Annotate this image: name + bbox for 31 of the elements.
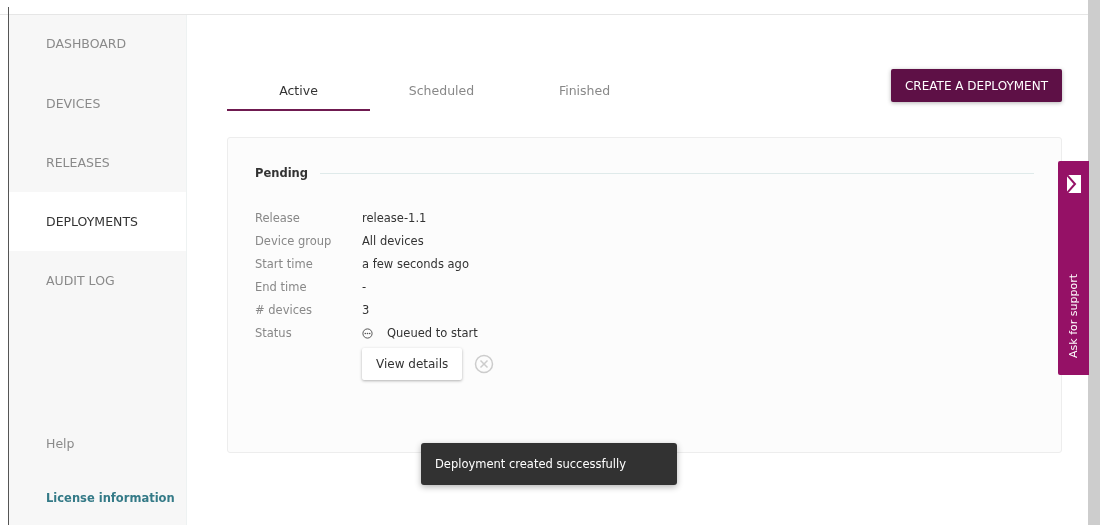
field-value: 3 (362, 302, 371, 319)
queued-icon (362, 328, 373, 339)
field-label: Release (255, 210, 301, 227)
help-link[interactable]: Help (46, 436, 186, 451)
tab[interactable]: Active (227, 69, 370, 111)
status-text: Queued to start (387, 325, 478, 342)
field-label: # devices (255, 302, 314, 319)
create-deployment-button[interactable]: CREATE A DEPLOYMENT (891, 69, 1062, 102)
view-details-button[interactable]: View details (362, 348, 463, 380)
toast-message: Deployment created successfully (421, 443, 677, 485)
tab[interactable]: Scheduled (370, 69, 513, 111)
field-value: - (362, 279, 368, 296)
field-label: End time (255, 279, 308, 296)
sidebar-item[interactable]: DASHBOARD (9, 29, 186, 59)
chevron-icon (1066, 175, 1081, 193)
support-label: Ask for support (1067, 274, 1080, 358)
field-value: All devices (362, 233, 425, 250)
field-label: Status (255, 325, 293, 342)
tab[interactable]: Finished (513, 69, 656, 111)
sidebar-item[interactable]: DEPLOYMENTS (9, 192, 186, 251)
field-label: Device group (255, 233, 333, 250)
scrollbar[interactable] (1088, 0, 1100, 525)
section-title: Pending (255, 166, 308, 180)
sidebar-item[interactable]: AUDIT LOG (9, 251, 186, 310)
field-label: Start time (255, 256, 314, 273)
license-link[interactable]: License information (46, 491, 186, 505)
sidebar-item[interactable]: DEVICES (9, 74, 186, 133)
support-tab[interactable]: Ask for support (1058, 161, 1089, 375)
sidebar-item[interactable]: RELEASES (9, 133, 186, 192)
field-value: a few seconds ago (362, 256, 470, 273)
field-value: release-1.1 (362, 210, 428, 227)
